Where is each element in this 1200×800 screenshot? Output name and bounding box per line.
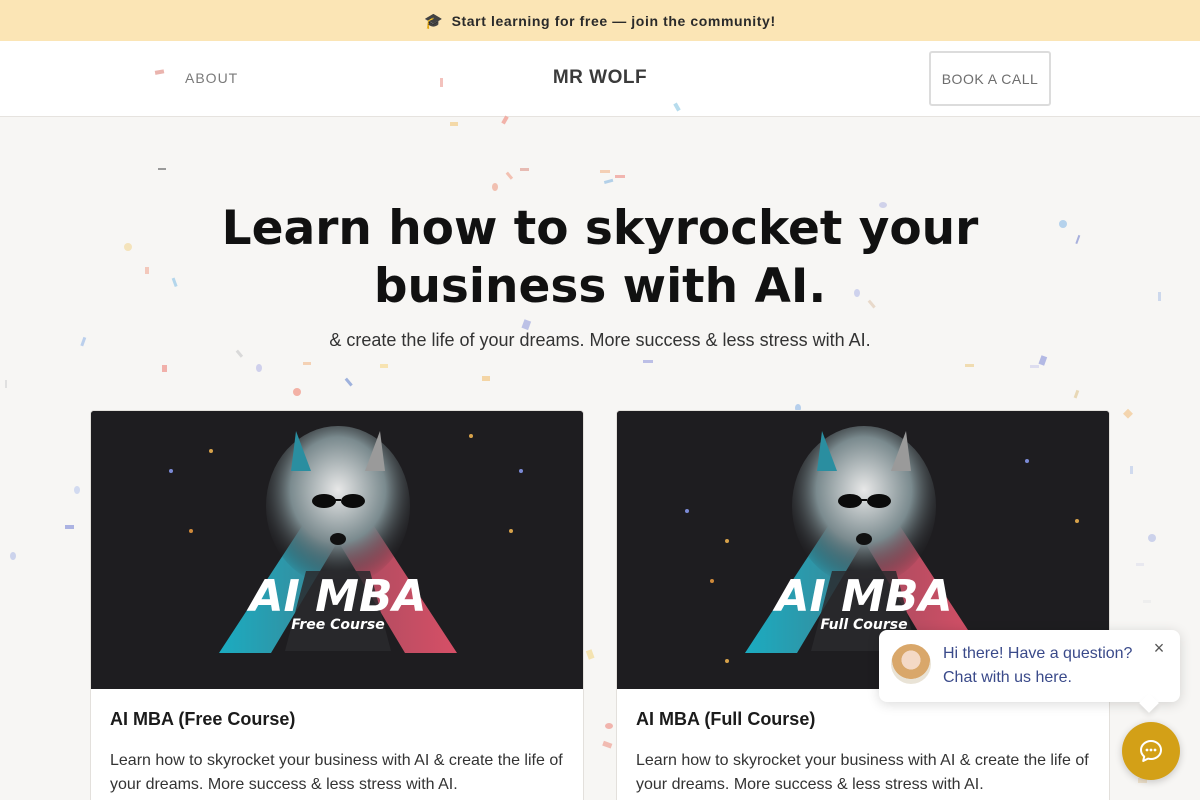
hero-title-line2: business with AI. [373, 259, 827, 314]
chat-greeting-popup[interactable]: Hi there! Have a question? Chat with us … [879, 630, 1180, 713]
hero-title: Learn how to skyrocket your business wit… [0, 200, 1200, 316]
thumbnail-title: AI MBA [772, 571, 952, 622]
announcement-bar[interactable]: 🎓 Start learning for free — join the com… [0, 0, 1200, 41]
graduation-cap-icon: 🎓 [424, 12, 444, 30]
announcement-text: Start learning for free — join the commu… [451, 12, 776, 29]
close-icon[interactable]: × [1151, 639, 1167, 657]
hero-subtitle: & create the life of your dreams. More s… [329, 330, 871, 350]
course-title[interactable]: AI MBA (Full Course) [636, 709, 815, 730]
top-nav: ABOUT MR WOLF BOOK A CALL [0, 41, 1200, 117]
chat-greeting-text[interactable]: Hi there! Have a question? Chat with us … [943, 642, 1143, 690]
thumbnail-title: AI MBA [246, 571, 426, 622]
course-title[interactable]: AI MBA (Free Course) [110, 709, 295, 730]
course-description: Learn how to skyrocket your business wit… [636, 752, 1089, 793]
hero-title-line1: Learn how to skyrocket your [221, 201, 979, 256]
agent-avatar [891, 644, 931, 684]
course-card-full[interactable]: AI MBA Full Course AI MBA (Full Course) … [616, 410, 1110, 800]
thumbnail-subtitle: Free Course [291, 617, 384, 633]
course-card-free[interactable]: AI MBA Free Course AI MBA (Free Course) … [90, 410, 584, 800]
chat-popup-tail [1139, 693, 1159, 713]
course-thumbnail[interactable]: AI MBA Free Course [91, 411, 583, 689]
chat-bubble-icon [1140, 740, 1162, 762]
chat-launcher-button[interactable] [1122, 722, 1180, 780]
course-description: Learn how to skyrocket your business wit… [110, 752, 563, 793]
book-call-button[interactable]: BOOK A CALL [929, 51, 1051, 106]
